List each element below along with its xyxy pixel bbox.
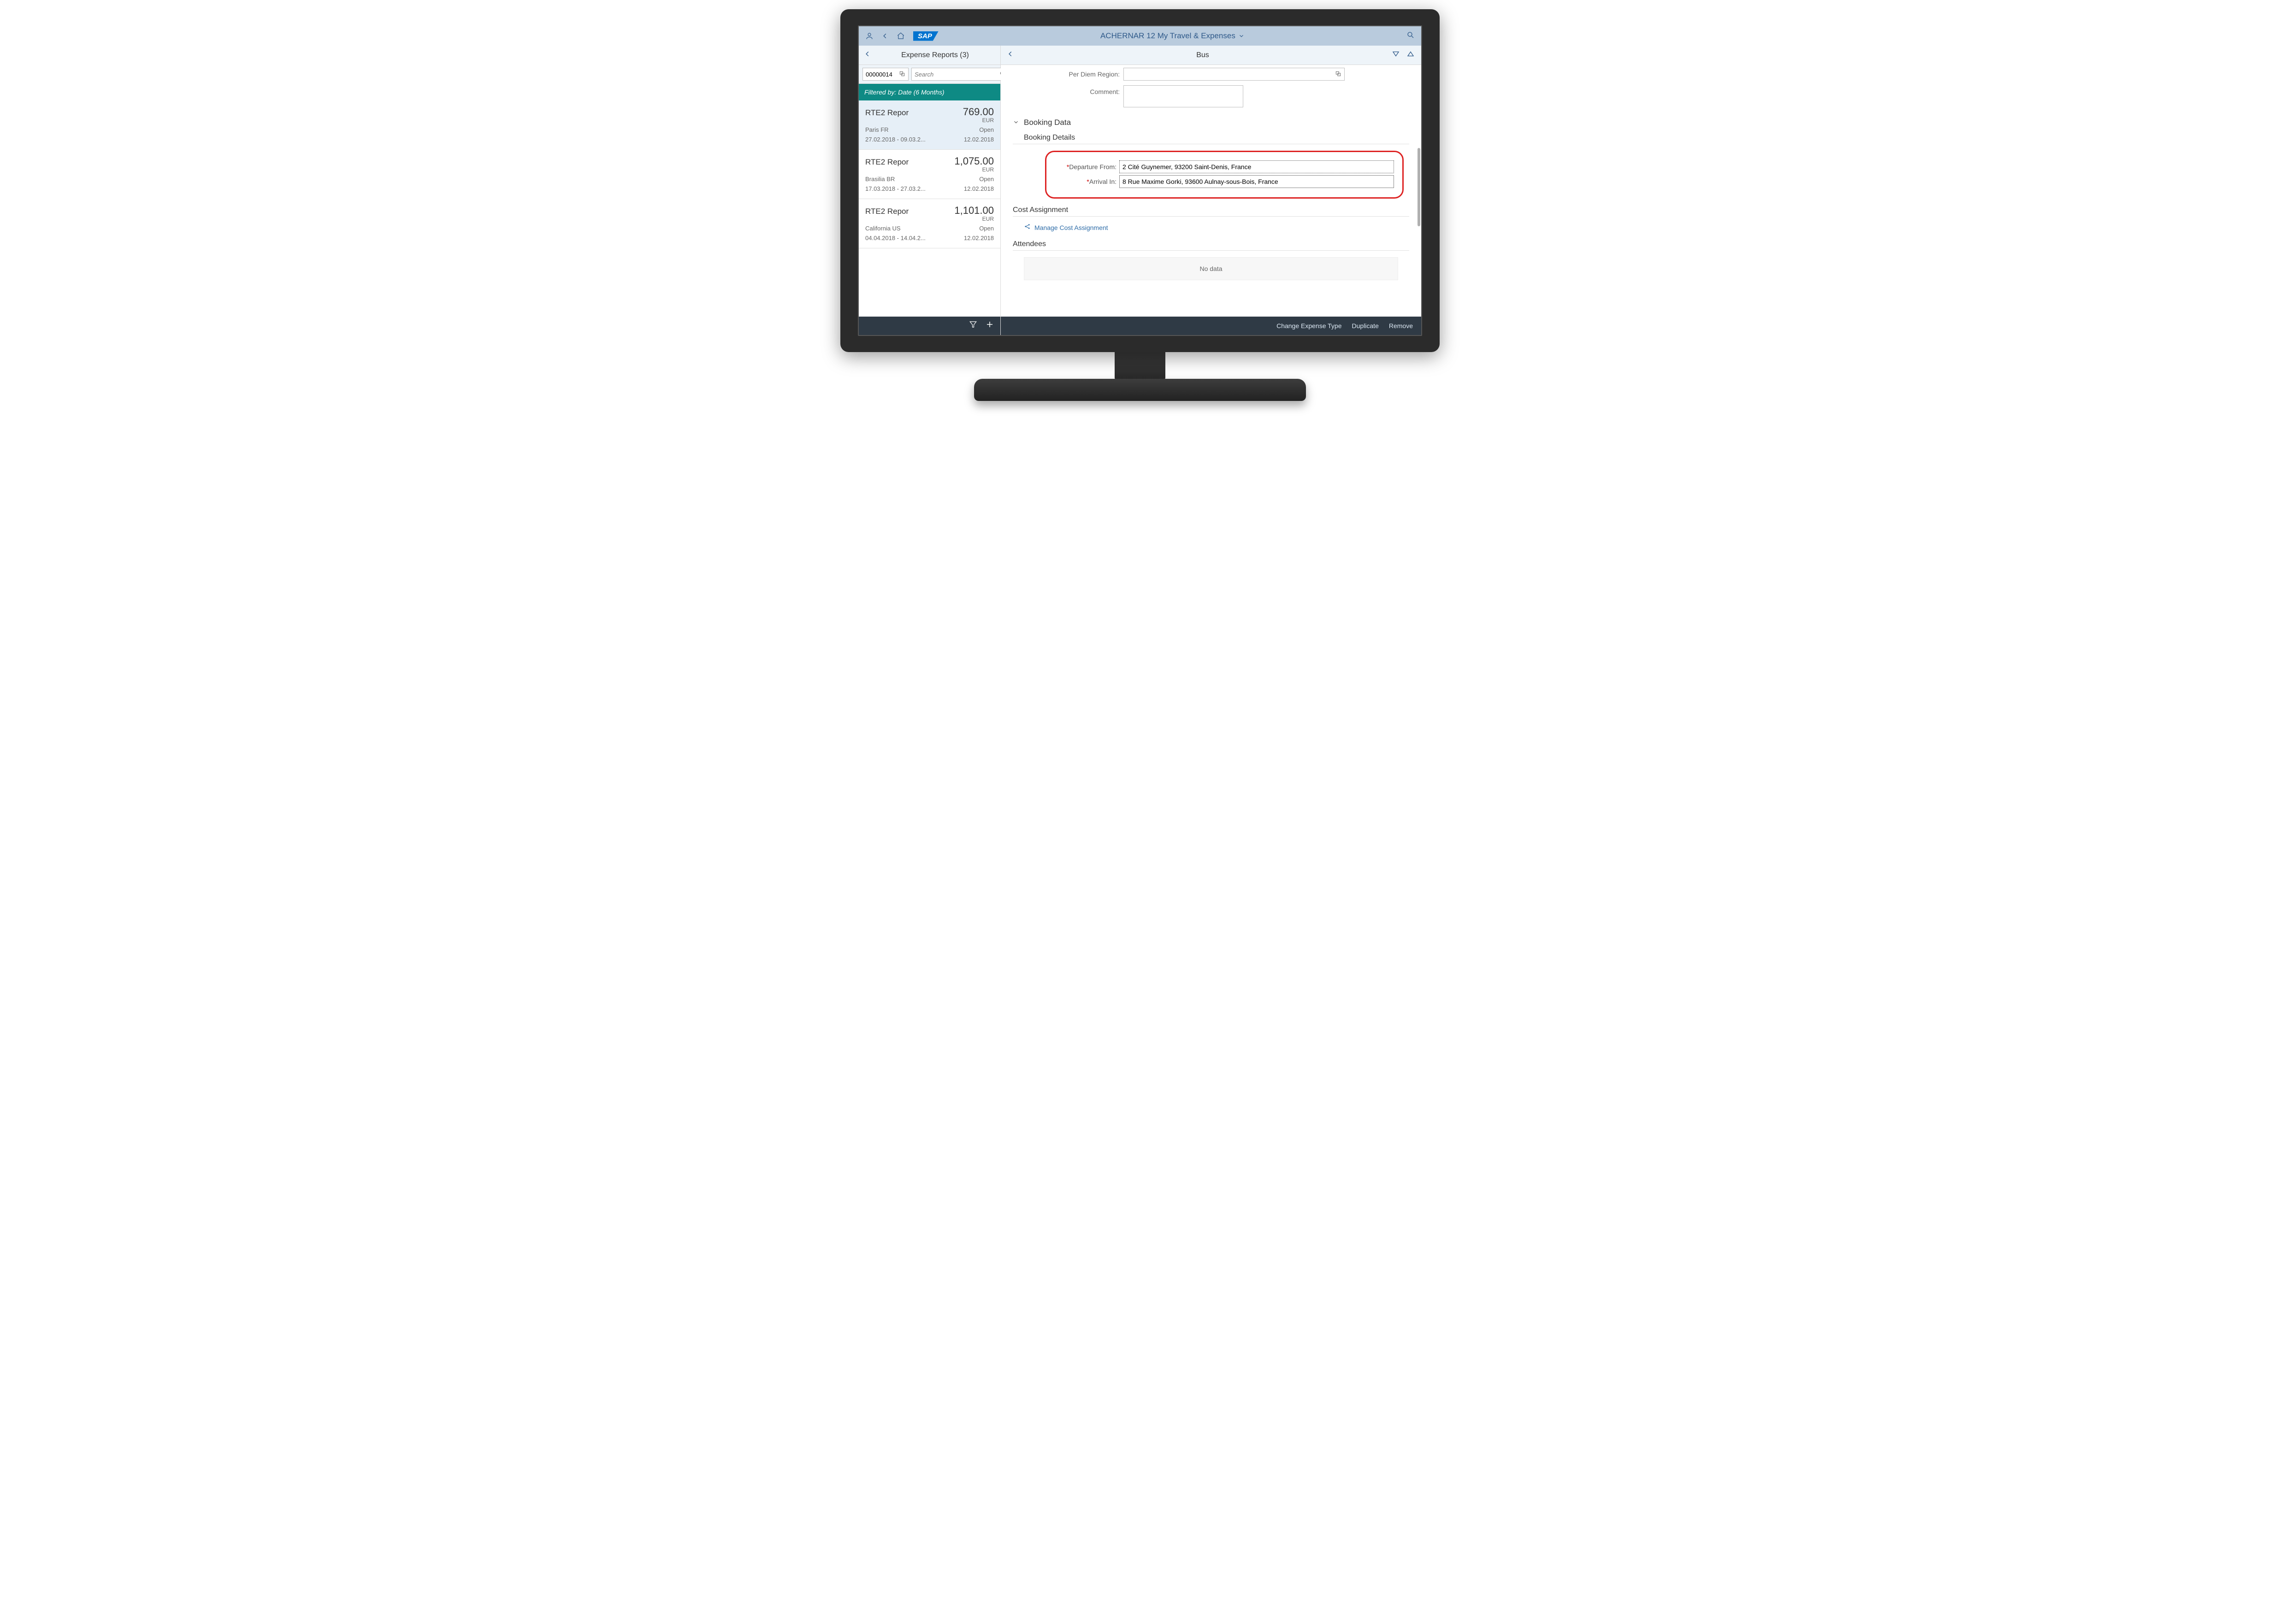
per-diem-field[interactable] [1127,71,1335,78]
list-item-currency: EUR [865,166,994,173]
id-filter-field[interactable] [866,71,899,78]
divider [1013,250,1409,251]
cost-assignment-title: Cost Assignment [1013,206,1409,214]
comment-input[interactable] [1123,85,1243,107]
arrival-input[interactable] [1119,175,1394,188]
filter-row [859,65,1000,84]
per-diem-input[interactable] [1123,68,1345,81]
list-item-created: 12.02.2018 [964,136,994,143]
nav-up-icon[interactable] [1406,50,1415,60]
filter-icon[interactable] [969,320,977,331]
master-header: Expense Reports (3) [859,46,1000,65]
list-item-currency: EUR [865,117,994,124]
comment-label: Comment: [1013,85,1123,95]
add-icon[interactable] [986,320,994,331]
value-help-icon[interactable] [1335,71,1341,78]
list-item-created: 12.02.2018 [964,185,994,192]
list-item-created: 12.02.2018 [964,235,994,241]
detail-body: Per Diem Region: Comment: [1001,65,1421,317]
user-icon[interactable] [865,32,874,40]
sap-logo: SAP [913,31,939,41]
detail-title: Bus [1014,51,1392,59]
list-item-currency: EUR [865,216,994,222]
booking-data-section[interactable]: Booking Data [1013,118,1409,127]
search-field[interactable] [915,71,997,78]
expense-list: RTE2 Repor 769.00 EUR Paris FR Open 27.0… [859,100,1000,317]
attendees-title: Attendees [1013,240,1409,248]
per-diem-label: Per Diem Region: [1013,68,1123,78]
detail-footer: Change Expense Type Duplicate Remove [1001,317,1421,335]
list-item-status: Open [979,225,994,232]
master-back-icon[interactable] [864,50,871,60]
detail-back-icon[interactable] [1007,50,1014,60]
departure-label: *Departure From: [1055,163,1119,171]
attendees-no-data: No data [1024,257,1398,280]
list-item-location: Paris FR [865,126,889,133]
divider [1013,216,1409,217]
list-item-title: RTE2 Repor [865,207,909,216]
value-help-icon[interactable] [899,71,905,78]
scrollbar[interactable] [1418,148,1420,226]
back-icon[interactable] [882,32,888,40]
list-item-status: Open [979,176,994,182]
chevron-down-icon [1238,33,1245,39]
change-expense-type-button[interactable]: Change Expense Type [1276,322,1341,330]
master-panel: Expense Reports (3) [859,46,1001,335]
list-item-dates: 17.03.2018 - 27.03.2... [865,185,926,192]
shell-header: SAP ACHERNAR 12 My Travel & Expenses [859,26,1421,46]
list-item-title: RTE2 Repor [865,158,909,167]
list-item[interactable]: RTE2 Repor 1,101.00 EUR California US Op… [859,199,1000,248]
manage-cost-assignment-link[interactable]: Manage Cost Assignment [1024,223,1409,232]
shell-title[interactable]: ACHERNAR 12 My Travel & Expenses [946,31,1399,41]
nav-down-icon[interactable] [1392,50,1400,60]
detail-header: Bus [1001,46,1421,65]
list-item-dates: 04.04.2018 - 14.04.2... [865,235,926,241]
list-item-location: California US [865,225,901,232]
list-item[interactable]: RTE2 Repor 769.00 EUR Paris FR Open 27.0… [859,100,1000,150]
share-icon [1024,223,1031,232]
list-item-amount: 769.00 [963,106,994,118]
detail-panel: Bus Per Diem Region: [1001,46,1421,335]
master-title: Expense Reports (3) [875,51,995,59]
list-item-amount: 1,075.00 [954,155,994,167]
chevron-down-icon [1013,119,1019,127]
filter-banner: Filtered by: Date (6 Months) [859,84,1000,100]
list-item-amount: 1,101.00 [954,205,994,217]
list-item-title: RTE2 Repor [865,108,909,118]
list-item-status: Open [979,126,994,133]
duplicate-button[interactable]: Duplicate [1352,322,1378,330]
remove-button[interactable]: Remove [1389,322,1413,330]
highlight-annotation: *Departure From: *Arrival In: [1045,151,1404,199]
list-item-dates: 27.02.2018 - 09.03.2... [865,136,926,143]
master-footer [859,317,1000,335]
list-item-location: Brasilia BR [865,176,895,182]
global-search-icon[interactable] [1406,31,1415,41]
departure-input[interactable] [1119,160,1394,173]
list-item[interactable]: RTE2 Repor 1,075.00 EUR Brasilia BR Open… [859,150,1000,199]
id-filter-input[interactable] [862,68,909,81]
home-icon[interactable] [897,32,905,40]
booking-details-title: Booking Details [1024,134,1409,142]
arrival-label: *Arrival In: [1055,178,1119,185]
